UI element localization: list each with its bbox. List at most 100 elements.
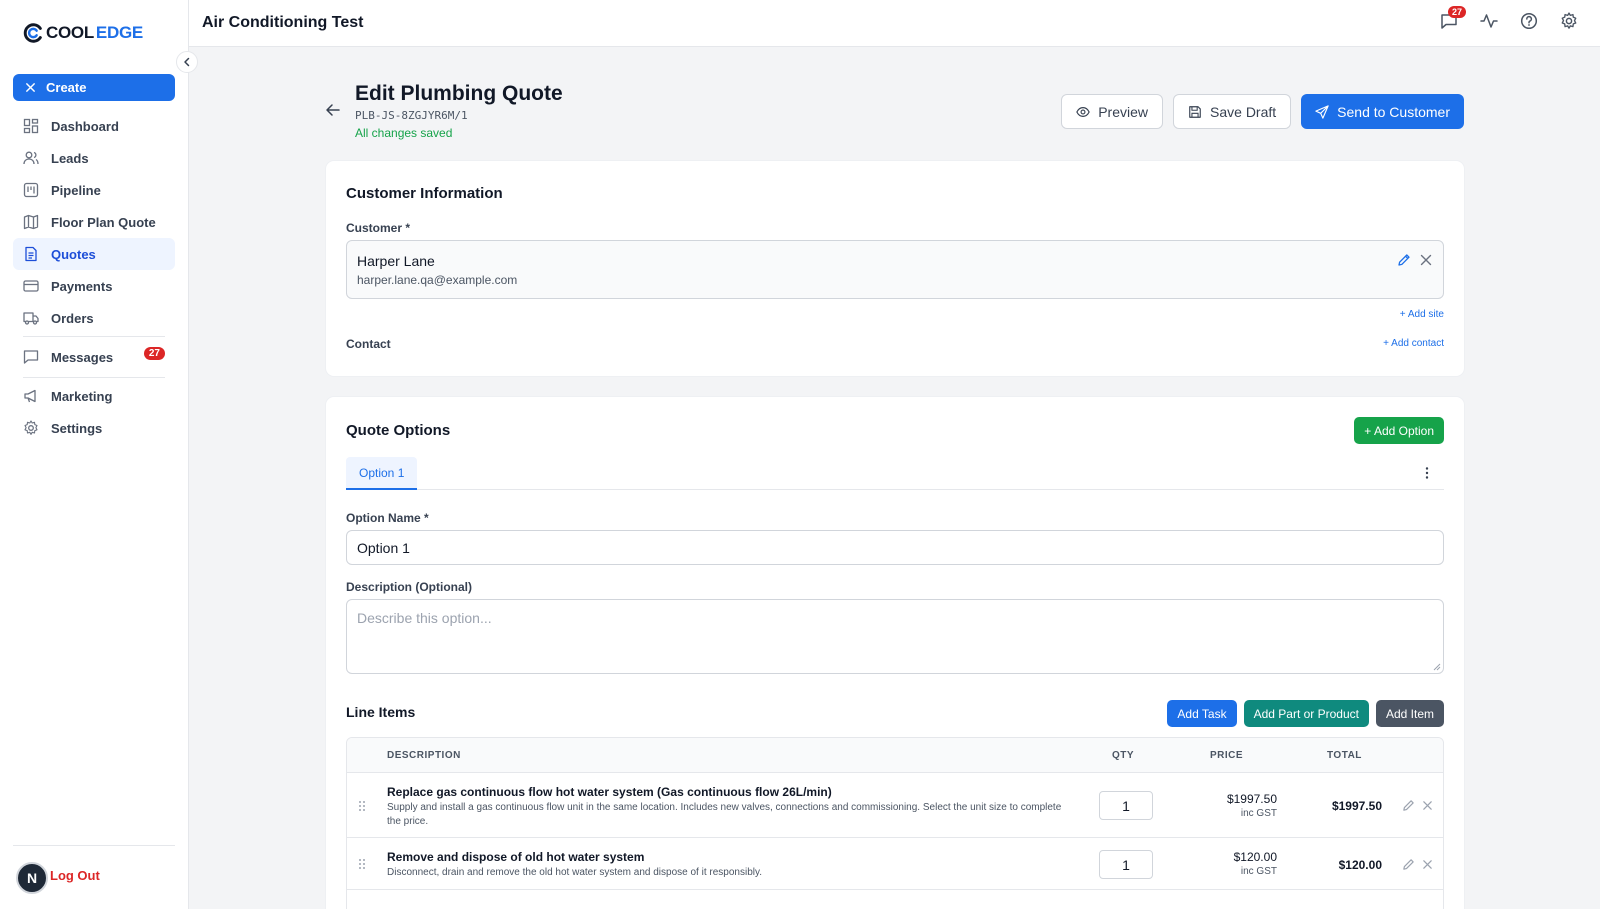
pencil-icon[interactable] <box>1402 858 1415 871</box>
nav-divider <box>23 336 165 337</box>
settings-button[interactable] <box>1560 12 1578 30</box>
add-item-button[interactable]: Add Item <box>1375 700 1444 727</box>
sidebar-item-label: Marketing <box>51 388 113 404</box>
quantity-input[interactable]: 1 <box>1099 850 1153 879</box>
preview-button-label: Preview <box>1098 103 1149 120</box>
sidebar-item-payments[interactable]: Payments <box>13 270 175 302</box>
sidebar-item-leads[interactable]: Leads <box>13 142 175 174</box>
add-task-button[interactable]: Add Task <box>1167 700 1237 727</box>
drag-handle-icon[interactable] <box>357 857 367 871</box>
save-draft-button[interactable]: Save Draft <box>1173 94 1292 129</box>
logo-text-cool: COOL <box>46 23 94 42</box>
add-contact-link[interactable]: + Add contact <box>1383 338 1444 349</box>
close-icon <box>26 83 35 92</box>
sidebar-item-label: Settings <box>51 420 103 436</box>
send-icon <box>1315 104 1329 119</box>
users-icon <box>23 151 39 165</box>
eye-icon <box>1076 106 1090 117</box>
logo-icon <box>23 23 42 43</box>
line-item-total: $120.00 <box>1338 858 1382 872</box>
sidebar-item-messages[interactable]: Messages 27 <box>13 339 175 375</box>
column-price: PRICE <box>1210 750 1244 761</box>
quote-reference: PLB-JS-8ZGJYR6M/1 <box>355 109 468 122</box>
notifications-badge: 27 <box>1448 6 1467 18</box>
line-items-table: DESCRIPTION QTY PRICE TOTAL Replace gas … <box>346 737 1444 909</box>
price-gst-note: inc GST <box>1240 866 1277 877</box>
send-button-label: Send to Customer <box>1337 103 1450 120</box>
page-title: Edit Plumbing Quote <box>355 82 563 105</box>
contact-label: Contact <box>346 337 391 351</box>
sidebar-item-settings[interactable]: Settings <box>13 412 175 444</box>
chevron-left-icon <box>184 57 190 67</box>
avatar[interactable]: N <box>16 862 48 894</box>
table-row-partial[interactable] <box>347 890 1443 909</box>
column-qty: QTY <box>1112 750 1135 761</box>
app-title: Air Conditioning Test <box>202 14 364 31</box>
back-arrow-icon[interactable] <box>325 102 341 118</box>
line-item-total: $1997.50 <box>1331 799 1382 813</box>
truck-icon <box>23 312 39 325</box>
nav-divider <box>23 377 165 378</box>
preview-button[interactable]: Preview <box>1061 94 1164 129</box>
add-option-button[interactable]: + Add Option <box>1354 417 1444 444</box>
help-icon <box>1520 12 1538 30</box>
dashboard-icon <box>23 118 39 134</box>
line-item-price: $120.00 <box>1233 850 1277 864</box>
create-button[interactable]: Create <box>13 74 175 101</box>
sidebar-item-label: Floor Plan Quote <box>51 214 156 230</box>
resize-handle-icon[interactable] <box>1433 663 1441 671</box>
sidebar-item-label: Dashboard <box>51 118 119 134</box>
customer-label: Customer * <box>346 221 411 235</box>
add-site-link[interactable]: + Add site <box>1400 309 1444 320</box>
pencil-icon[interactable] <box>1402 799 1415 812</box>
sidebar-item-label: Messages <box>51 349 114 365</box>
logout-link[interactable]: Log Out <box>50 868 100 883</box>
tab-option-1[interactable]: Option 1 <box>346 457 418 490</box>
sidebar-item-dashboard[interactable]: Dashboard <box>13 110 175 142</box>
column-total: TOTAL <box>1327 750 1362 761</box>
close-icon[interactable] <box>1422 800 1433 811</box>
sidebar-item-label: Pipeline <box>51 182 101 198</box>
sidebar-item-floor-plan-quote[interactable]: Floor Plan Quote <box>13 206 175 238</box>
send-to-customer-button[interactable]: Send to Customer <box>1301 94 1464 129</box>
notifications-button[interactable]: 27 <box>1440 6 1467 30</box>
add-part-button[interactable]: Add Part or Product <box>1243 700 1369 727</box>
option-name-input[interactable]: Option 1 <box>346 530 1444 565</box>
sidebar-footer-divider <box>13 845 175 846</box>
activity-button[interactable] <box>1480 12 1498 30</box>
close-icon[interactable] <box>1422 859 1433 870</box>
description-label: Description (Optional) <box>346 580 472 594</box>
line-item-description: Disconnect, drain and remove the old hot… <box>387 867 763 878</box>
help-button[interactable] <box>1520 12 1538 30</box>
sidebar-nav: Dashboard Leads Pipeline Floor Plan Quot… <box>13 110 175 444</box>
table-row[interactable]: Remove and dispose of old hot water syst… <box>347 838 1443 890</box>
sidebar-item-orders[interactable]: Orders <box>13 302 175 334</box>
gear-icon <box>24 420 38 435</box>
sidebar-item-marketing[interactable]: Marketing <box>13 380 175 412</box>
brand-logo[interactable]: COOL EDGE <box>22 22 143 44</box>
section-title: Customer Information <box>346 185 503 202</box>
pencil-icon[interactable] <box>1397 253 1411 267</box>
description-textarea[interactable]: Describe this option... <box>346 599 1444 674</box>
sidebar-item-pipeline[interactable]: Pipeline <box>13 174 175 206</box>
messages-badge: 27 <box>143 347 165 360</box>
customer-information-card: Customer Information Customer * Harper L… <box>326 161 1464 376</box>
table-row[interactable]: Replace gas continuous flow hot water sy… <box>347 773 1443 838</box>
close-icon[interactable] <box>1419 253 1433 267</box>
sidebar-item-label: Quotes <box>51 246 96 262</box>
gear-icon <box>1561 12 1577 29</box>
quantity-input[interactable]: 1 <box>1099 791 1153 820</box>
megaphone-icon <box>24 389 36 403</box>
document-icon <box>25 246 37 262</box>
option-name-label: Option Name * <box>346 511 429 525</box>
sidebar-item-label: Leads <box>51 150 89 166</box>
drag-handle-icon[interactable] <box>357 799 367 813</box>
more-vertical-icon[interactable] <box>1420 466 1434 480</box>
collapse-sidebar-button[interactable] <box>176 51 198 73</box>
create-button-label: Create <box>46 80 87 95</box>
chat-icon <box>23 350 39 364</box>
logo-text-edge: EDGE <box>95 23 143 42</box>
sidebar-item-quotes[interactable]: Quotes <box>13 238 175 270</box>
map-icon <box>23 214 39 230</box>
selected-customer[interactable]: Harper Lane harper.lane.qa@example.com <box>346 240 1444 299</box>
